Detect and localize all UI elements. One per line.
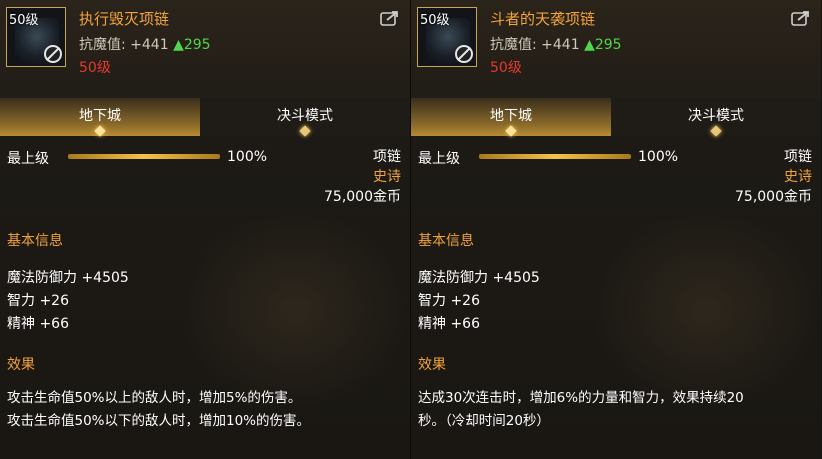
tab-duel-label: 决斗模式 xyxy=(688,108,744,124)
resist-stat: 抗魔值: +441 ▲295 xyxy=(79,34,211,54)
upgrade-grade: 最上级 xyxy=(7,151,49,167)
item-name: 斗者的天袭项链 xyxy=(490,10,596,28)
stat-line: 魔法防御力 +4505 xyxy=(418,270,540,286)
upgrade-progress-bar xyxy=(479,154,631,159)
tab-duel[interactable]: 决斗模式 xyxy=(611,98,821,137)
resist-label: 抗魔值: +441 xyxy=(490,37,580,53)
diamond-icon xyxy=(94,125,106,137)
share-icon[interactable] xyxy=(791,10,811,26)
item-tooltip-right: 50级 斗者的天袭项链 抗魔值: +441 ▲295 50级 地下城 决斗模式 … xyxy=(411,0,821,459)
item-price: 75,000金币 xyxy=(324,189,401,205)
item-icon[interactable]: 50级 xyxy=(6,7,66,67)
effect-line: 达成30次连击时，增加6%的力量和智力，效果持续20 xyxy=(418,390,744,406)
upgrade-percent: 100% xyxy=(227,149,268,165)
effect-line: 攻击生命值50%以下的敌人时，增加10%的伤害。 xyxy=(7,413,311,429)
item-slot: 项链 xyxy=(373,149,401,165)
basic-info-title: 基本信息 xyxy=(418,233,474,249)
diamond-icon xyxy=(505,125,517,137)
stat-line: 智力 +26 xyxy=(7,293,69,309)
item-icon[interactable]: 50级 xyxy=(417,7,477,67)
item-header: 50级 斗者的天袭项链 抗魔值: +441 ▲295 50级 xyxy=(411,0,821,86)
upgrade-grade: 最上级 xyxy=(418,151,460,167)
level-badge: 50级 xyxy=(420,13,450,28)
prohibited-icon xyxy=(455,45,473,63)
stat-line: 魔法防御力 +4505 xyxy=(7,270,129,286)
item-tooltip-left: 50级 执行毁灭项链 抗魔值: +441 ▲295 50级 地下城 决斗模式 最… xyxy=(0,0,410,459)
mode-tabs: 地下城 决斗模式 xyxy=(0,98,410,137)
stat-line: 精神 +66 xyxy=(418,316,480,332)
item-rarity: 史诗 xyxy=(373,169,401,185)
mode-tabs: 地下城 决斗模式 xyxy=(411,98,821,137)
effect-title: 效果 xyxy=(7,357,35,373)
tab-duel-label: 决斗模式 xyxy=(277,108,333,124)
tab-dungeon[interactable]: 地下城 xyxy=(0,98,200,137)
resist-delta: ▲295 xyxy=(173,37,211,53)
diamond-icon xyxy=(710,125,722,137)
basic-info-title: 基本信息 xyxy=(7,233,63,249)
tab-dungeon-label: 地下城 xyxy=(79,108,121,124)
background-decoration xyxy=(180,210,410,410)
upgrade-percent: 100% xyxy=(638,149,679,165)
background-decoration xyxy=(591,210,821,410)
resist-label: 抗魔值: +441 xyxy=(79,37,169,53)
item-header: 50级 执行毁灭项链 抗魔值: +441 ▲295 50级 xyxy=(0,0,410,86)
upgrade-progress-bar xyxy=(68,154,220,159)
tab-dungeon[interactable]: 地下城 xyxy=(411,98,611,137)
effect-line: 攻击生命值50%以上的敌人时，增加5%的伤害。 xyxy=(7,390,302,406)
item-name: 执行毁灭项链 xyxy=(79,10,170,28)
effect-title: 效果 xyxy=(418,357,446,373)
resist-stat: 抗魔值: +441 ▲295 xyxy=(490,34,622,54)
stat-line: 精神 +66 xyxy=(7,316,69,332)
share-icon[interactable] xyxy=(380,10,400,26)
stat-line: 智力 +26 xyxy=(418,293,480,309)
level-badge: 50级 xyxy=(9,13,39,28)
tab-duel[interactable]: 决斗模式 xyxy=(200,98,410,137)
required-level: 50级 xyxy=(490,60,522,76)
resist-delta: ▲295 xyxy=(584,37,622,53)
effect-line: 秒。（冷却时间20秒） xyxy=(418,413,550,429)
item-price: 75,000金币 xyxy=(735,189,812,205)
required-level: 50级 xyxy=(79,60,111,76)
tab-dungeon-label: 地下城 xyxy=(490,108,532,124)
prohibited-icon xyxy=(44,45,62,63)
item-slot: 项链 xyxy=(784,149,812,165)
diamond-icon xyxy=(299,125,311,137)
item-rarity: 史诗 xyxy=(784,169,812,185)
